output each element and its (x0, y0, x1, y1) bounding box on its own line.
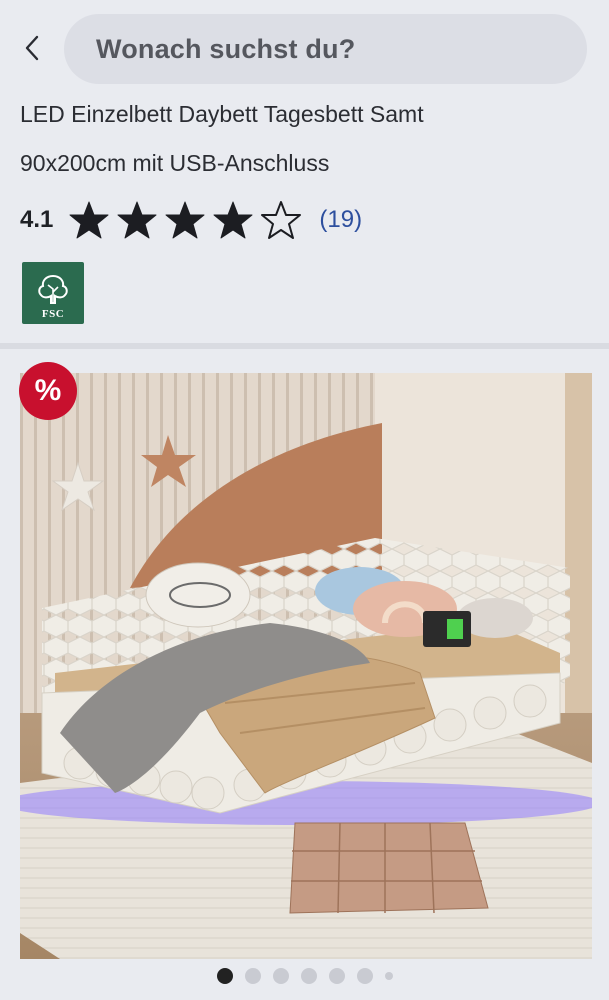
gallery-dot[interactable] (356, 968, 373, 984)
star-filled-icon (165, 200, 205, 240)
rating-row: 4.1 (19) (20, 198, 362, 242)
product-title-line-1: LED Einzelbett Daybett Tagesbett Samt (20, 101, 424, 127)
search-placeholder: Wonach suchst du? (96, 33, 356, 64)
gallery-dot[interactable] (328, 968, 345, 984)
chevron-left-icon (25, 35, 39, 61)
star-filled-icon (213, 200, 253, 240)
gallery-dot[interactable] (272, 968, 289, 984)
gallery-dot-active[interactable] (216, 968, 233, 984)
review-count-link[interactable]: (19) (319, 206, 362, 234)
search-input[interactable]: Wonach suchst du? (64, 14, 587, 84)
gallery-dot[interactable] (300, 968, 317, 984)
star-filled-icon (117, 200, 157, 240)
bed-photo-illustration (20, 373, 592, 959)
gallery-dot[interactable] (384, 972, 393, 980)
product-title-line-2: 90x200cm mit USB-Anschluss (20, 150, 330, 176)
fsc-badge[interactable]: FSC (22, 262, 84, 324)
star-filled-icon (69, 200, 109, 240)
fsc-label: FSC (41, 308, 65, 320)
tree-icon (38, 274, 68, 304)
planet-pillow (145, 562, 251, 628)
floor-cushion (289, 822, 489, 914)
sale-percent-icon: % (34, 374, 62, 407)
top-bar: Wonach suchst du? (0, 0, 609, 92)
section-divider (0, 343, 609, 349)
rating-value: 4.1 (20, 206, 54, 233)
product-title: LED Einzelbett Daybett Tagesbett Samt 90… (20, 90, 590, 188)
product-page: Wonach suchst du? LED Einzelbett Daybett… (0, 0, 609, 1000)
star-empty-icon (261, 200, 302, 240)
back-button[interactable] (18, 30, 48, 66)
product-image[interactable] (20, 373, 592, 959)
gallery-pagination (0, 968, 609, 984)
sale-badge: % (19, 362, 77, 420)
star-rating[interactable] (69, 200, 302, 240)
gallery-dot[interactable] (244, 968, 261, 984)
